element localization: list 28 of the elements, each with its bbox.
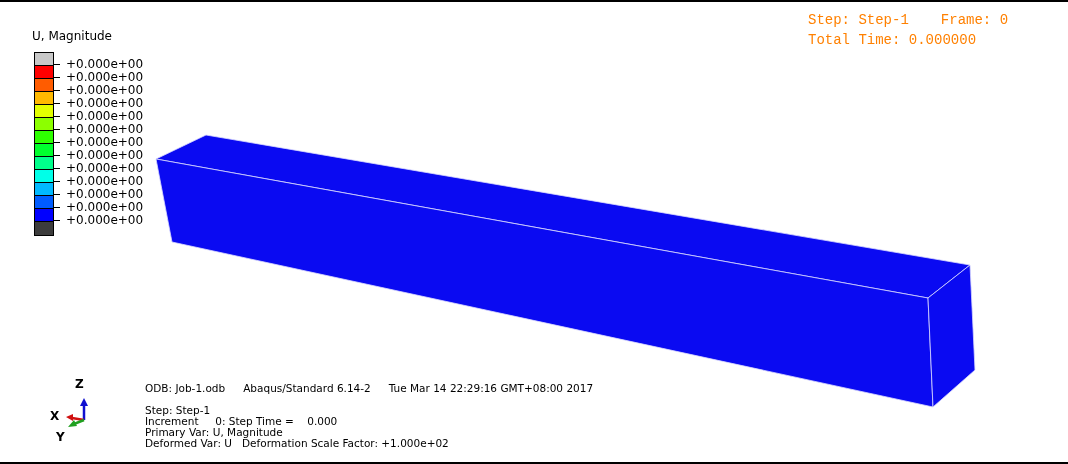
info-line: Deformed Var: U Deformation Scale Factor: +1.000e+02 <box>145 438 450 449</box>
z-axis-label: Z <box>75 377 84 391</box>
legend-value: +0.000e+00 <box>66 162 144 175</box>
info-line: Step: Step-1 <box>145 405 212 416</box>
step-label: Step: Step-1 <box>808 11 909 30</box>
info-line: Increment 0: Step Time = 0.000 <box>145 416 339 427</box>
total-time-label: Total Time: 0.000000 <box>808 31 978 50</box>
legend-value: +0.000e+00 <box>66 71 144 84</box>
legend-value: +0.000e+00 <box>66 110 144 123</box>
legend-value: +0.000e+00 <box>66 188 144 201</box>
legend-value: +0.000e+00 <box>66 97 144 110</box>
legend-value: +0.000e+00 <box>66 58 144 71</box>
legend-value: +0.000e+00 <box>66 123 144 136</box>
date-label: Tue Mar 14 22:29:16 GMT+08:00 2017 <box>388 383 594 394</box>
odb-label: ODB: Job-1.odb <box>145 383 226 394</box>
axis-triad-icon <box>64 398 90 428</box>
frame-label: Frame: 0 <box>940 11 1009 30</box>
legend-value: +0.000e+00 <box>66 214 144 227</box>
solver-label: Abaqus/Standard 6.14-2 <box>243 383 371 394</box>
x-axis-label: X <box>50 409 60 423</box>
legend-value: +0.000e+00 <box>66 84 144 97</box>
info-line: Primary Var: U, Magnitude <box>145 427 283 438</box>
y-axis-label: Y <box>56 430 65 444</box>
legend-value: +0.000e+00 <box>66 175 144 188</box>
legend-title: U, Magnitude <box>32 28 113 44</box>
legend-value: +0.000e+00 <box>66 149 144 162</box>
legend-value: +0.000e+00 <box>66 201 144 214</box>
legend-value: +0.000e+00 <box>66 136 144 149</box>
